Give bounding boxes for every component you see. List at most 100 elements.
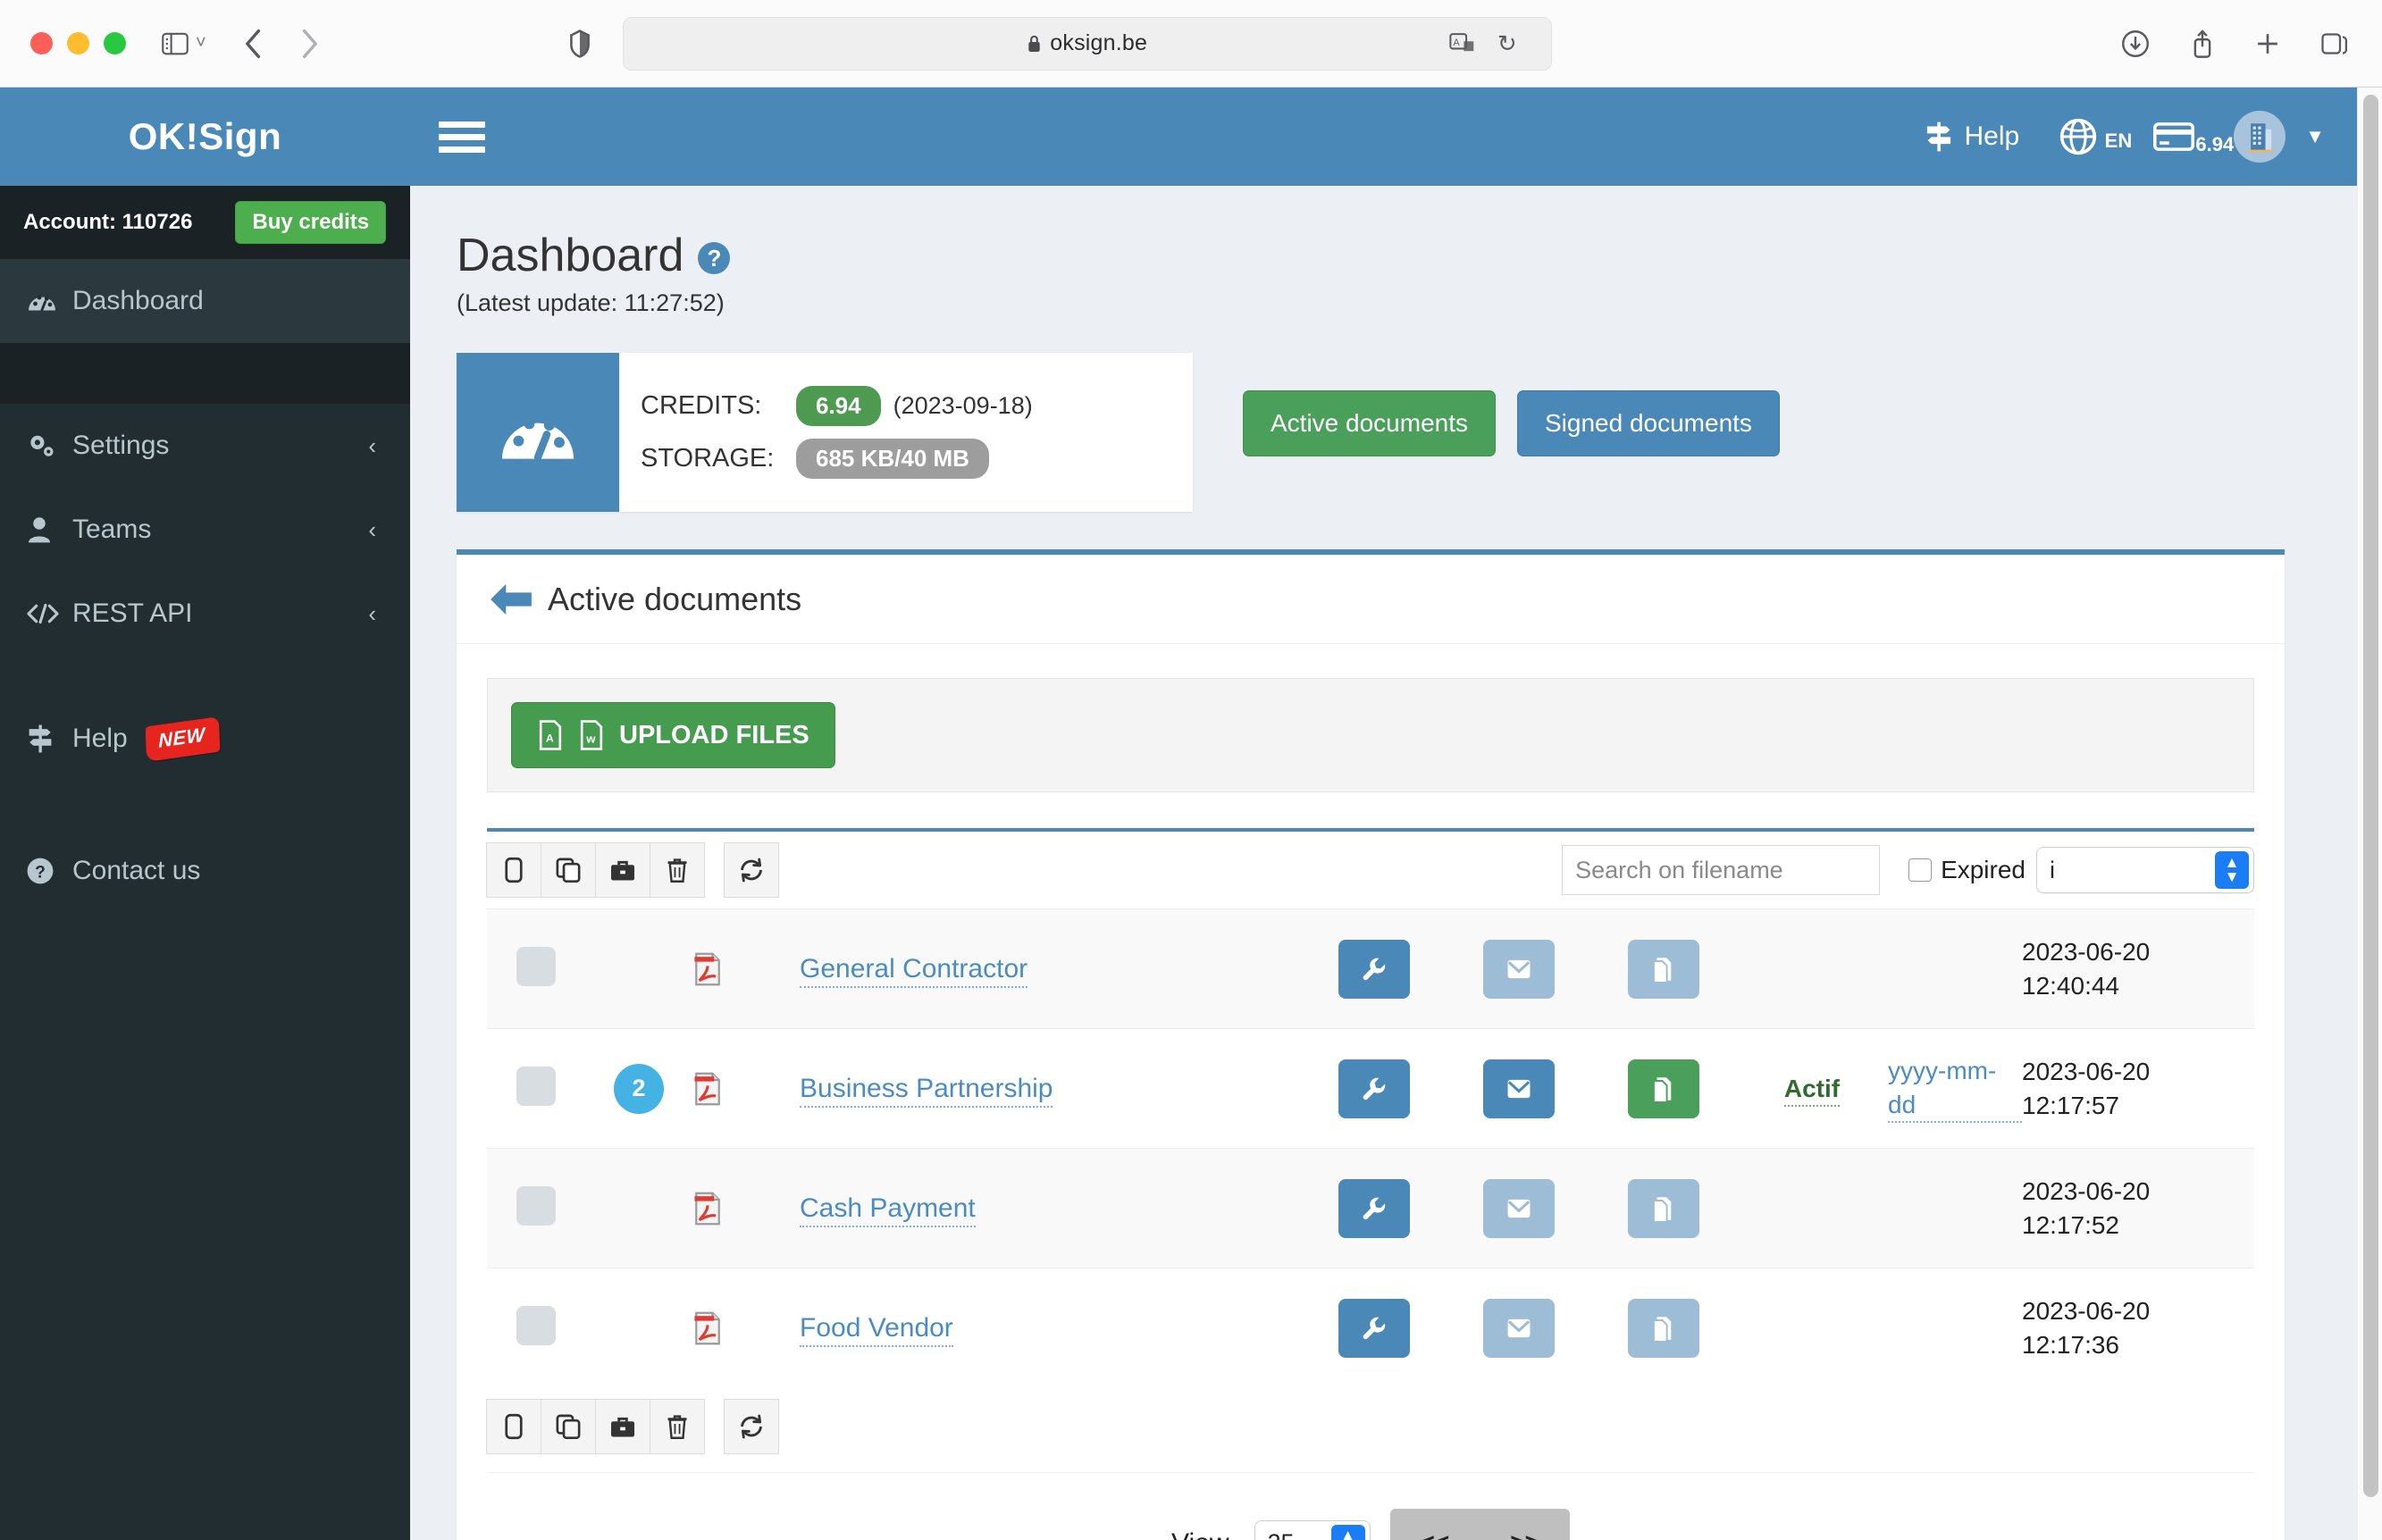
next-page-button[interactable]: >> <box>1480 1509 1570 1540</box>
row-time: 12:17:52 <box>2022 1210 2119 1239</box>
search-input[interactable] <box>1562 845 1881 895</box>
row-copy-cell[interactable] <box>1591 1268 1736 1388</box>
expiry-date-link[interactable]: yyyy-mm-dd <box>1888 1054 2022 1124</box>
page-scrollbar-thumb[interactable] <box>2363 95 2378 1497</box>
minimize-window-button[interactable] <box>67 32 89 54</box>
row-mail-cell[interactable] <box>1447 1268 1591 1388</box>
row-checkbox[interactable] <box>516 1306 556 1346</box>
delete-button[interactable] <box>650 842 705 898</box>
row-mail-cell[interactable] <box>1447 1029 1591 1149</box>
envelope-icon[interactable] <box>1483 939 1555 999</box>
row-copy-cell[interactable] <box>1591 1149 1736 1268</box>
envelope-icon[interactable] <box>1483 1059 1555 1118</box>
shield-icon[interactable] <box>569 29 591 58</box>
forward-icon[interactable] <box>299 28 319 60</box>
question-mark-icon[interactable]: ? <box>698 242 731 274</box>
envelope-icon[interactable] <box>1483 1298 1555 1358</box>
document-link[interactable]: Business Partnership <box>800 1073 1053 1108</box>
reload-icon[interactable]: ↻ <box>1497 29 1517 57</box>
document-link[interactable]: Cash Payment <box>800 1193 976 1227</box>
copy-document-icon[interactable] <box>1628 1178 1699 1238</box>
copy-document-icon[interactable] <box>1628 1298 1699 1358</box>
sidebar-item-dashboard[interactable]: Dashboard <box>0 259 410 343</box>
app-logo[interactable]: OK!Sign <box>0 88 410 186</box>
wrench-icon[interactable] <box>1338 1298 1410 1358</box>
active-documents-button[interactable]: Active documents <box>1243 390 1496 456</box>
arrow-left-icon[interactable] <box>487 581 535 618</box>
tab-overview-icon[interactable] <box>2321 31 2348 56</box>
row-name-cell[interactable]: General Contractor <box>800 909 1302 1029</box>
sidebar-toggle-icon[interactable] <box>162 32 189 55</box>
row-settings-cell[interactable] <box>1302 1149 1447 1268</box>
refresh-button[interactable] <box>724 842 779 898</box>
row-checkbox[interactable] <box>516 1067 556 1106</box>
duplicate-button[interactable] <box>541 842 596 898</box>
row-copy-cell[interactable] <box>1591 909 1736 1029</box>
topbar-language-button[interactable]: EN <box>2039 117 2134 156</box>
row-name-cell[interactable]: Food Vendor <box>800 1268 1302 1388</box>
sidebar-item-teams[interactable]: Teams ‹ <box>0 488 410 572</box>
row-mail-cell[interactable] <box>1447 909 1591 1029</box>
sidebar-item-settings[interactable]: Settings ‹ <box>0 404 410 488</box>
buy-credits-button[interactable]: Buy credits <box>235 201 387 244</box>
select-all-button[interactable] <box>486 1398 541 1454</box>
table-row[interactable]: General Contractor 2023-06-20 12:40:44 <box>487 908 2254 1029</box>
wrench-icon[interactable] <box>1338 939 1410 999</box>
row-select-cell[interactable] <box>487 1268 585 1388</box>
wrench-icon[interactable] <box>1338 1059 1410 1118</box>
copy-document-icon[interactable] <box>1628 1059 1699 1118</box>
archive-button[interactable] <box>595 842 650 898</box>
previous-page-button[interactable]: << <box>1390 1509 1480 1540</box>
row-checkbox[interactable] <box>516 1186 556 1226</box>
row-select-cell[interactable] <box>487 1029 585 1149</box>
sidebar-item-help[interactable]: Help NEW <box>0 697 410 781</box>
chevron-down-icon[interactable]: ˅ <box>196 33 206 54</box>
new-tab-icon[interactable] <box>2255 31 2280 56</box>
caret-down-icon[interactable]: ▼ <box>2305 125 2325 148</box>
sidebar-item-rest-api[interactable]: REST API ‹ <box>0 572 410 656</box>
row-settings-cell[interactable] <box>1302 1268 1447 1388</box>
row-select-cell[interactable] <box>487 1149 585 1268</box>
wrench-icon[interactable] <box>1338 1178 1410 1238</box>
expired-select[interactable]: i ▲ ▼ <box>2036 847 2254 893</box>
back-icon[interactable] <box>244 28 264 60</box>
page-size-select[interactable]: 25 ▲▼ <box>1254 1519 1371 1540</box>
archive-button[interactable] <box>595 1398 650 1454</box>
table-row[interactable]: Cash Payment 2023-06-20 12:17:52 <box>487 1148 2254 1268</box>
sidebar-item-contact-us[interactable]: ? Contact us <box>0 829 410 913</box>
row-mail-cell[interactable] <box>1447 1149 1591 1268</box>
page-scrollbar[interactable] <box>2357 88 2382 1540</box>
topbar-account-menu[interactable]: ▼ <box>2234 111 2325 163</box>
select-all-button[interactable] <box>486 842 541 898</box>
share-icon[interactable] <box>2191 29 2214 59</box>
address-bar[interactable]: oksign.be A ↻ <box>622 16 1552 71</box>
document-link[interactable]: Food Vendor <box>800 1312 953 1347</box>
row-settings-cell[interactable] <box>1302 909 1447 1029</box>
envelope-icon[interactable] <box>1483 1178 1555 1238</box>
document-link[interactable]: General Contractor <box>800 953 1028 988</box>
expired-filter[interactable]: Expired <box>1908 856 2026 884</box>
row-settings-cell[interactable] <box>1302 1029 1447 1149</box>
topbar-help-button[interactable]: Help <box>1904 121 2040 153</box>
row-name-cell[interactable]: Cash Payment <box>800 1149 1302 1268</box>
table-row[interactable]: 2 Business Partnership Actif yyyy-mm-dd … <box>487 1028 2254 1149</box>
close-window-button[interactable] <box>30 32 53 54</box>
hamburger-icon[interactable] <box>439 121 485 153</box>
download-icon[interactable] <box>2121 29 2150 58</box>
row-name-cell[interactable]: Business Partnership <box>800 1029 1302 1149</box>
duplicate-button[interactable] <box>541 1398 596 1454</box>
table-row[interactable]: Food Vendor 2023-06-20 12:17:36 <box>487 1268 2254 1388</box>
translate-icon[interactable]: A <box>1449 32 1476 55</box>
refresh-button[interactable] <box>724 1398 779 1454</box>
upload-files-button[interactable]: A w UPLOAD FILES <box>511 702 835 768</box>
topbar-credits-button[interactable]: 6.94 <box>2134 121 2234 155</box>
row-copy-cell[interactable] <box>1591 1029 1736 1149</box>
delete-button[interactable] <box>650 1398 705 1454</box>
copy-document-icon[interactable] <box>1628 939 1699 999</box>
expired-checkbox[interactable] <box>1908 858 1933 882</box>
signed-documents-button[interactable]: Signed documents <box>1517 390 1780 456</box>
row-select-cell[interactable] <box>487 909 585 1029</box>
row-checkbox[interactable] <box>516 947 556 986</box>
row-expiry-cell[interactable]: yyyy-mm-dd <box>1888 1029 2022 1149</box>
maximize-window-button[interactable] <box>104 32 126 54</box>
